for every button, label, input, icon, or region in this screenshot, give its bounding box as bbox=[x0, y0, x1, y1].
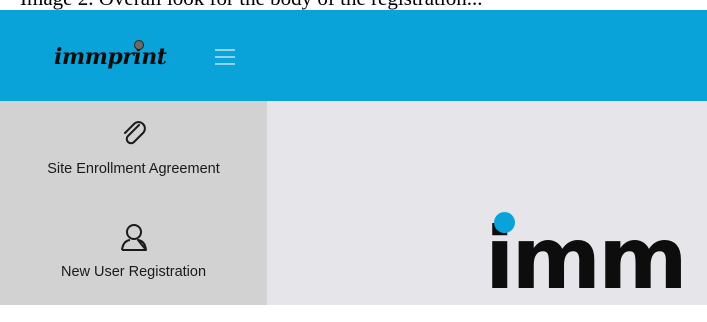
hamburger-menu-icon[interactable] bbox=[215, 49, 235, 65]
main-content-area: imm bbox=[267, 101, 707, 305]
sidebar-item-label: Site Enrollment Agreement bbox=[47, 161, 220, 177]
user-icon bbox=[120, 224, 147, 251]
logo-text: immprint bbox=[54, 44, 167, 70]
immprint-logo[interactable]: immprint bbox=[54, 40, 184, 74]
sidebar-item-label: New User Registration bbox=[60, 264, 207, 280]
caption-text: Image 2. Overall look for the body of th… bbox=[20, 0, 482, 10]
sidebar-item-site-enrollment-agreement[interactable]: Site Enrollment Agreement bbox=[0, 119, 267, 219]
sidebar-item-new-user-registration[interactable]: New User Registration bbox=[0, 222, 267, 322]
paperclip-icon bbox=[123, 121, 146, 145]
document-caption-fragment: Image 2. Overall look for the body of th… bbox=[0, 0, 707, 10]
hero-logo-dot bbox=[494, 212, 515, 233]
sidebar: Site Enrollment Agreement New User Regis… bbox=[0, 101, 267, 305]
logo-dot bbox=[134, 40, 144, 50]
top-navbar: immprint bbox=[0, 10, 707, 101]
hero-logo-text: imm bbox=[485, 209, 688, 305]
